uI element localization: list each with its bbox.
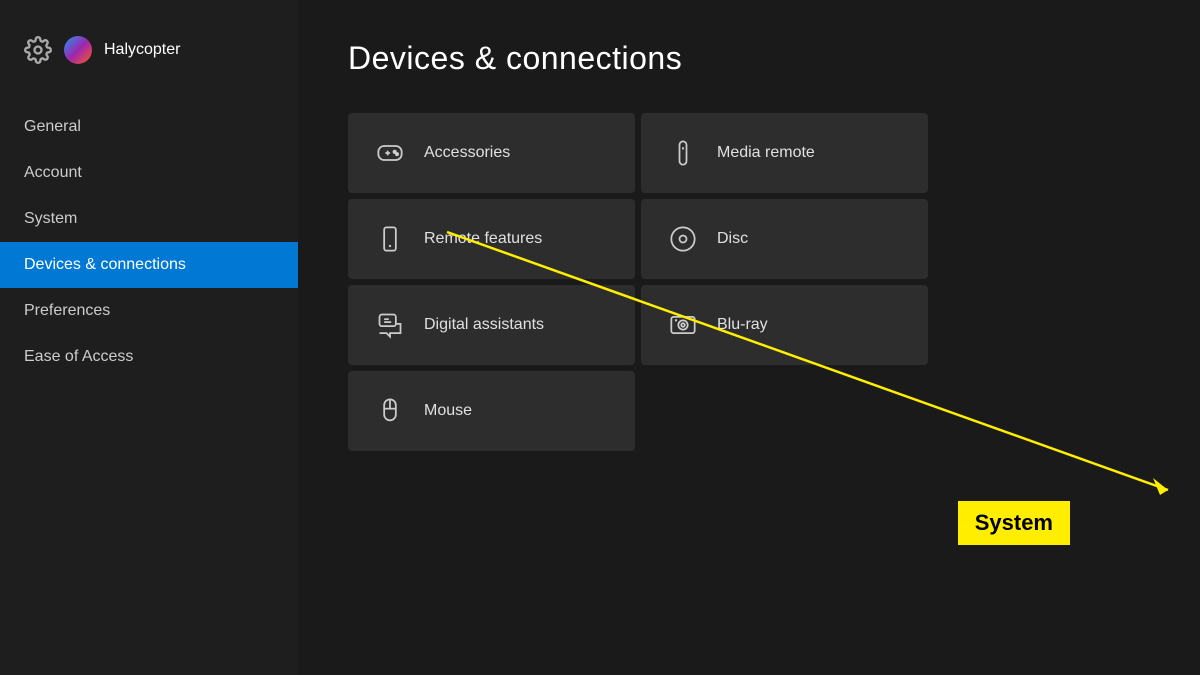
disc-icon bbox=[669, 225, 697, 253]
gear-icon bbox=[24, 36, 52, 64]
grid-item-accessories[interactable]: Accessories bbox=[348, 113, 635, 193]
sidebar-item-devices-connections[interactable]: Devices & connections bbox=[0, 242, 298, 288]
remote-features-label: Remote features bbox=[424, 230, 542, 248]
sidebar: Halycopter General Account System Device… bbox=[0, 0, 298, 675]
main-content: Devices & connections Accessories Media … bbox=[298, 0, 1200, 675]
gamepad-icon bbox=[376, 139, 404, 167]
bluray-label: Blu-ray bbox=[717, 316, 768, 334]
remote-icon bbox=[669, 139, 697, 167]
bluray-icon bbox=[669, 311, 697, 339]
page-title: Devices & connections bbox=[348, 40, 1150, 77]
media-remote-label: Media remote bbox=[717, 144, 815, 162]
avatar bbox=[64, 36, 92, 64]
sidebar-nav: General Account System Devices & connect… bbox=[0, 104, 298, 380]
grid-item-media-remote[interactable]: Media remote bbox=[641, 113, 928, 193]
accessories-label: Accessories bbox=[424, 144, 510, 162]
phone-icon bbox=[376, 225, 404, 253]
assistant-icon bbox=[376, 311, 404, 339]
grid-item-disc[interactable]: Disc bbox=[641, 199, 928, 279]
grid-item-bluray[interactable]: Blu-ray bbox=[641, 285, 928, 365]
grid-item-mouse[interactable]: Mouse bbox=[348, 371, 635, 451]
sidebar-item-account[interactable]: Account bbox=[0, 150, 298, 196]
mouse-icon bbox=[376, 397, 404, 425]
disc-label: Disc bbox=[717, 230, 748, 248]
sidebar-item-system[interactable]: System bbox=[0, 196, 298, 242]
sidebar-username: Halycopter bbox=[104, 41, 180, 59]
grid-item-digital-assistants[interactable]: Digital assistants bbox=[348, 285, 635, 365]
sidebar-item-preferences[interactable]: Preferences bbox=[0, 288, 298, 334]
annotation-label: System bbox=[958, 501, 1070, 545]
devices-grid: Accessories Media remote Remote features bbox=[348, 113, 928, 451]
mouse-label: Mouse bbox=[424, 402, 472, 420]
digital-assistants-label: Digital assistants bbox=[424, 316, 544, 334]
sidebar-item-ease-of-access[interactable]: Ease of Access bbox=[0, 334, 298, 380]
sidebar-item-general[interactable]: General bbox=[0, 104, 298, 150]
grid-item-remote-features[interactable]: Remote features bbox=[348, 199, 635, 279]
sidebar-header: Halycopter bbox=[0, 20, 298, 94]
